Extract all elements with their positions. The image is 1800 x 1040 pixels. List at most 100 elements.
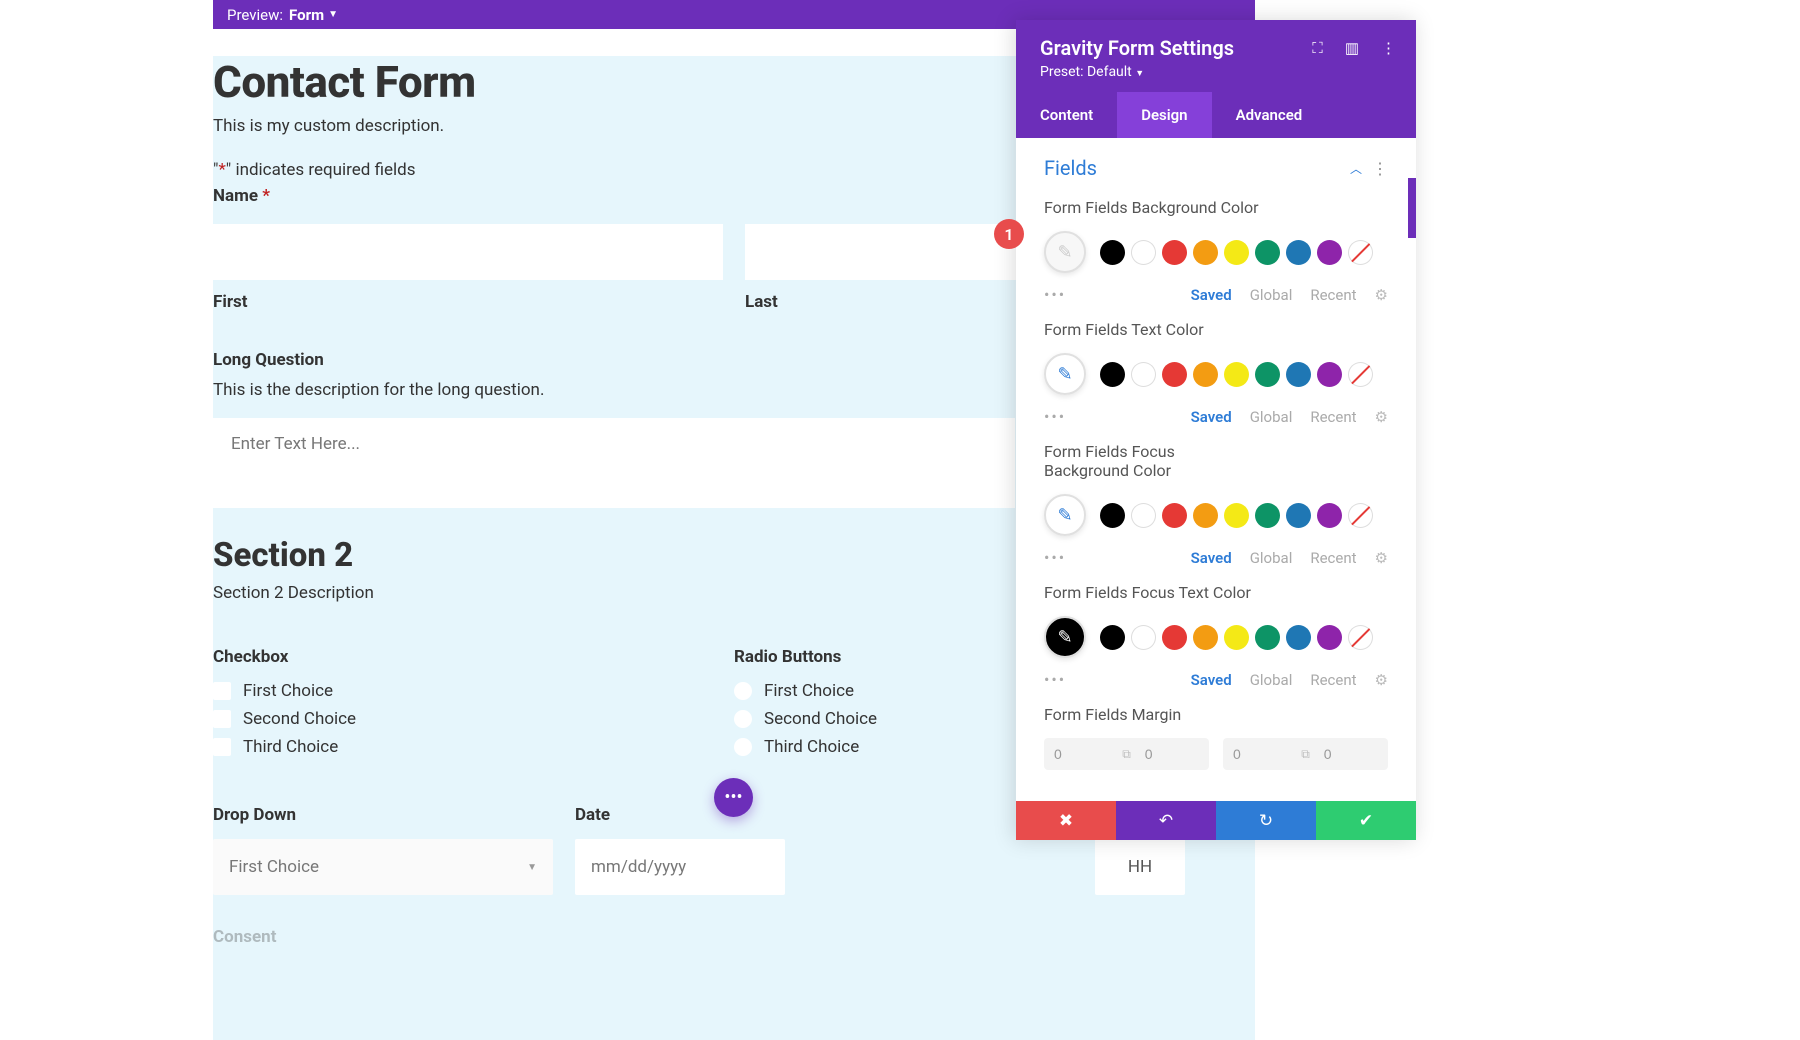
fab-more-button[interactable]: ••• [714,778,753,817]
swatch-orange[interactable] [1193,625,1218,650]
swatch-black[interactable] [1100,240,1125,265]
swatch-orange[interactable] [1193,240,1218,265]
recent-tab[interactable]: Recent [1310,671,1356,689]
preset-selector[interactable]: Preset: Default ▼ [1040,64,1396,80]
color-picker-button[interactable]: ✎ [1044,231,1086,273]
swatch-white[interactable] [1131,625,1156,650]
saved-tab[interactable]: Saved [1191,549,1232,567]
list-item[interactable]: Third Choice [213,737,734,757]
gear-icon[interactable]: ⚙ [1375,671,1388,689]
swatch-blue[interactable] [1286,240,1311,265]
swatch-purple[interactable] [1317,362,1342,387]
recent-tab[interactable]: Recent [1310,549,1356,567]
dropdown-label: Drop Down [213,805,553,825]
swatch-teal[interactable] [1255,625,1280,650]
radio-icon[interactable] [734,710,752,728]
chevron-up-icon[interactable]: ︿ [1350,160,1362,177]
radio-icon[interactable] [734,738,752,756]
swatch-purple[interactable] [1317,625,1342,650]
swatch-yellow[interactable] [1224,362,1249,387]
section-more-icon[interactable]: ⋮ [1372,159,1388,178]
section-fields[interactable]: Fields [1044,156,1097,180]
chevron-down-icon[interactable]: ▼ [328,9,338,20]
swatch-red[interactable] [1162,503,1187,528]
gear-icon[interactable]: ⚙ [1375,286,1388,304]
swatch-black[interactable] [1100,503,1125,528]
swatch-red[interactable] [1162,625,1187,650]
recent-tab[interactable]: Recent [1310,408,1356,426]
tab-design[interactable]: Design [1117,92,1211,138]
swatch-black[interactable] [1100,625,1125,650]
swatch-red[interactable] [1162,362,1187,387]
checkbox-icon[interactable] [213,710,231,728]
saved-tab[interactable]: Saved [1191,408,1232,426]
tab-advanced[interactable]: Advanced [1212,92,1327,138]
list-item[interactable]: Second Choice [213,709,734,729]
columns-icon[interactable]: ▥ [1345,39,1359,57]
more-dots-icon[interactable]: ••• [1044,285,1066,304]
margin-input-top[interactable]: ⧉ [1044,738,1209,770]
global-tab[interactable]: Global [1250,408,1293,426]
checkbox-icon[interactable] [213,682,231,700]
swatch-orange[interactable] [1193,362,1218,387]
swatch-yellow[interactable] [1224,240,1249,265]
swatch-yellow[interactable] [1224,503,1249,528]
recent-tab[interactable]: Recent [1310,286,1356,304]
list-item[interactable]: First Choice [213,681,734,701]
swatch-blue[interactable] [1286,503,1311,528]
swatch-none[interactable] [1348,625,1373,650]
swatch-black[interactable] [1100,362,1125,387]
panel-body[interactable]: Fields ︿ ⋮ Form Fields Background Color … [1016,138,1416,801]
swatch-white[interactable] [1131,362,1156,387]
color-picker-button[interactable]: ✎ [1044,616,1086,658]
radio-icon[interactable] [734,682,752,700]
gear-icon[interactable]: ⚙ [1375,408,1388,426]
swatch-none[interactable] [1348,503,1373,528]
swatch-purple[interactable] [1317,240,1342,265]
dropdown-select[interactable]: First Choice ▼ [213,839,553,895]
scrollbar-thumb[interactable] [1408,178,1416,238]
more-dots-icon[interactable]: ••• [1044,670,1066,689]
global-tab[interactable]: Global [1250,286,1293,304]
link-icon[interactable]: ⧉ [1118,747,1135,762]
date-input[interactable]: mm/dd/yyyy [575,839,785,895]
swatch-purple[interactable] [1317,503,1342,528]
global-tab[interactable]: Global [1250,549,1293,567]
last-name-input[interactable] [745,224,1025,280]
undo-button[interactable]: ↶ [1116,801,1216,840]
more-icon[interactable]: ⋮ [1381,39,1396,57]
link-icon[interactable]: ⧉ [1297,747,1314,762]
more-dots-icon[interactable]: ••• [1044,548,1066,567]
swatch-teal[interactable] [1255,362,1280,387]
swatch-blue[interactable] [1286,625,1311,650]
time-input[interactable]: HH [1095,839,1185,895]
swatch-blue[interactable] [1286,362,1311,387]
swatch-teal[interactable] [1255,503,1280,528]
margin-input-bottom[interactable]: ⧉ [1223,738,1388,770]
expand-icon[interactable]: ⛶ [1312,39,1323,57]
long-question-textarea[interactable]: Enter Text Here... [213,418,1015,508]
swatch-red[interactable] [1162,240,1187,265]
cancel-button[interactable]: ✖ [1016,801,1116,840]
consent-label: Consent [213,927,1255,947]
save-button[interactable]: ✔ [1316,801,1416,840]
swatch-yellow[interactable] [1224,625,1249,650]
swatch-orange[interactable] [1193,503,1218,528]
color-picker-button[interactable]: ✎ [1044,494,1086,536]
checkbox-icon[interactable] [213,738,231,756]
tab-content[interactable]: Content [1016,92,1117,138]
saved-tab[interactable]: Saved [1191,286,1232,304]
global-tab[interactable]: Global [1250,671,1293,689]
redo-button[interactable]: ↻ [1216,801,1316,840]
swatch-teal[interactable] [1255,240,1280,265]
saved-tab[interactable]: Saved [1191,671,1232,689]
swatch-white[interactable] [1131,503,1156,528]
swatch-none[interactable] [1348,240,1373,265]
preview-value[interactable]: Form [289,6,324,24]
swatch-white[interactable] [1131,240,1156,265]
swatch-none[interactable] [1348,362,1373,387]
color-picker-button[interactable]: ✎ [1044,353,1086,395]
gear-icon[interactable]: ⚙ [1375,549,1388,567]
more-dots-icon[interactable]: ••• [1044,407,1066,426]
first-name-input[interactable] [213,224,723,280]
